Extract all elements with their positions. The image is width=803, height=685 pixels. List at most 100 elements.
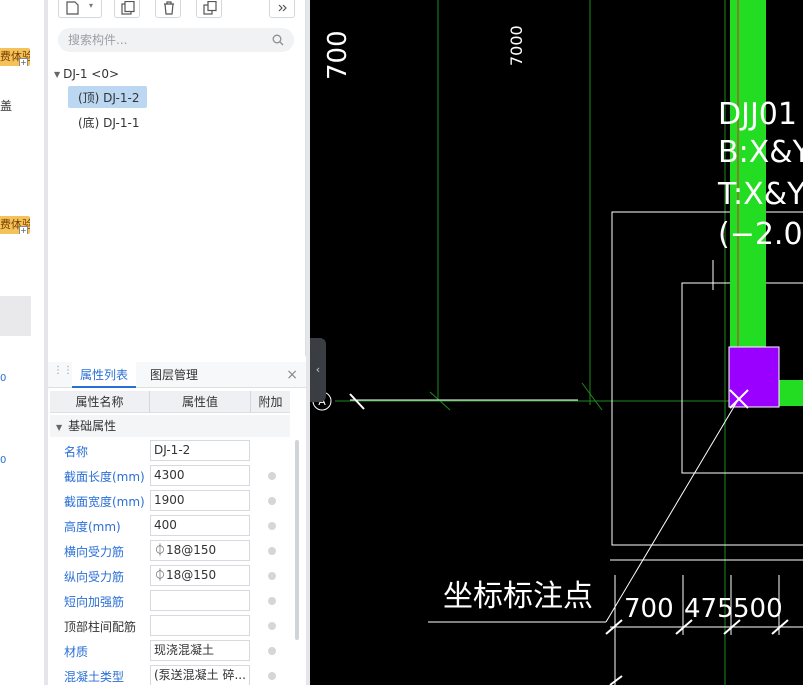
column-selected[interactable] [728, 346, 780, 408]
beam-green [779, 380, 803, 406]
property-scrollbar[interactable] [295, 440, 299, 640]
dim-700: 700 [624, 594, 674, 624]
property-value-field[interactable]: ⏀18@150 [150, 565, 250, 586]
expand-caret-icon[interactable]: ▼ [54, 70, 60, 79]
sliver-blue-mark: 0 [0, 373, 7, 384]
attach-option-dot[interactable] [268, 522, 276, 530]
attach-option-dot[interactable] [268, 647, 276, 655]
property-value-field[interactable] [150, 615, 250, 636]
property-row: 横向受力筋 ⏀18@150 [50, 539, 290, 564]
free-trial-badge[interactable]: 费体验 + [0, 216, 30, 234]
property-value-field[interactable]: 4300 [150, 465, 250, 486]
property-row: 名称 DJ-1-2 [50, 439, 290, 464]
property-name: 混凝土类型 [64, 670, 125, 684]
tree-root-node[interactable]: ▼ DJ-1 <0> [54, 67, 119, 81]
property-name: 截面长度(mm) [64, 470, 145, 484]
djj-t-label: T:X&Y: [717, 177, 803, 212]
duplicate-button[interactable] [196, 0, 222, 18]
property-group-basic[interactable]: ▼ 基础属性 [50, 415, 290, 437]
attach-option-dot[interactable] [268, 622, 276, 630]
property-name: 顶部柱间配筋 [64, 620, 137, 634]
property-name: 高度(mm) [64, 520, 121, 534]
property-name: 材质 [64, 645, 89, 659]
dim-500: 500 [733, 594, 783, 624]
sliver-label: 盖 [0, 99, 13, 113]
cad-drawing: A 700 7000 坐标标注点 DJJ01 B:X&Y T:X&Y: (−2.… [312, 0, 803, 685]
attach-option-dot[interactable] [268, 497, 276, 505]
tab-property-list[interactable]: 属性列表 [72, 362, 137, 388]
djj-b-label: B:X&Y [718, 135, 803, 170]
search-box [58, 28, 294, 52]
sliver-selected-item[interactable] [0, 296, 31, 336]
tree-node-label: (顶) DJ-1-2 [78, 91, 140, 105]
search-input[interactable] [68, 28, 268, 52]
component-tree-panel: ▾ ▾ ▼DJ-1 <0> (顶) DJ-1-2 (底) DJ-1-1 [48, 0, 306, 356]
property-name: 横向受力筋 [64, 545, 125, 559]
property-value-field[interactable]: 400 [150, 515, 250, 536]
tree-toolbar: ▾ ▾ [48, 0, 306, 24]
attach-option-dot[interactable] [268, 597, 276, 605]
annotation-label: 坐标标注点 [443, 579, 593, 614]
property-row: 截面宽度(mm) 1900 [50, 489, 290, 514]
add-icon[interactable]: + [19, 58, 28, 66]
property-row: 材质 现浇混凝土 [50, 639, 290, 664]
column-header-extra: 附加 [258, 395, 283, 409]
djj-name-label: DJJ01 [718, 97, 797, 132]
attach-option-dot[interactable] [268, 547, 276, 555]
property-row: 截面长度(mm) 4300 [50, 464, 290, 489]
property-group-label: 基础属性 [68, 419, 117, 433]
tree-node-top[interactable]: (顶) DJ-1-2 [68, 86, 148, 108]
more-tools-button[interactable] [269, 0, 295, 18]
cad-drawing-canvas[interactable]: A 700 7000 坐标标注点 DJJ01 B:X&Y T:X&Y: (−2.… [310, 0, 803, 685]
djj-elevation-label: (−2.00 [718, 217, 803, 252]
property-row: 顶部柱间配筋 [50, 614, 290, 639]
dropdown-arrow-icon[interactable]: ▾ [89, 1, 93, 10]
green-tick [581, 382, 603, 411]
delete-button[interactable] [155, 0, 181, 18]
property-name: 纵向受力筋 [64, 570, 125, 584]
tree-node-label: (底) DJ-1-1 [78, 116, 140, 130]
dim-475: 475 [684, 594, 734, 624]
property-name: 短向加强筋 [64, 595, 125, 609]
search-icon[interactable] [272, 34, 284, 46]
close-icon[interactable]: × [286, 367, 298, 383]
column-header-name: 属性名称 [50, 391, 150, 413]
attach-option-dot[interactable] [268, 472, 276, 480]
copy-button[interactable] [114, 0, 140, 18]
property-value-field[interactable]: 1900 [150, 490, 250, 511]
property-row: 短向加强筋 [50, 589, 290, 614]
attach-option-dot[interactable] [268, 672, 276, 680]
property-value-field[interactable]: DJ-1-2 [150, 440, 250, 461]
chevron-left-icon: ‹ [315, 363, 321, 376]
property-value-field[interactable]: ⏀18@150 [150, 540, 250, 561]
add-icon[interactable]: + [19, 226, 28, 234]
collapse-caret-icon[interactable]: ▼ [56, 423, 62, 432]
property-row: 混凝土类型 (泵送混凝土 碎... [50, 664, 290, 685]
property-name: 截面宽度(mm) [64, 495, 145, 509]
column-green [730, 0, 766, 348]
property-value-field[interactable]: (泵送混凝土 碎... [150, 665, 250, 685]
property-row: 高度(mm) 400 [50, 514, 290, 539]
free-trial-badge[interactable]: 费体验 + [0, 48, 30, 66]
property-panel: ⋮⋮ 属性列表 图层管理 × 属性名称 属性值 附加 ▼ 基础属性 名称 DJ-1-… [48, 360, 306, 685]
tab-layer-management[interactable]: 图层管理 [142, 362, 206, 388]
dimension-tick [609, 675, 623, 685]
attach-option-dot[interactable] [268, 572, 276, 580]
leader-line [605, 399, 739, 623]
property-tab-bar: ⋮⋮ 属性列表 图层管理 × [48, 362, 306, 388]
double-chevron-right-icon [278, 4, 287, 12]
new-component-button[interactable]: ▾ ▾ [58, 0, 102, 18]
collapse-panel-button[interactable]: ‹ [310, 338, 326, 402]
duplicate-icon [203, 1, 217, 15]
property-name: 名称 [64, 445, 89, 459]
drag-handle-icon[interactable]: ⋮⋮ [53, 366, 73, 382]
new-file-icon: ▾ [66, 1, 79, 15]
property-value-field[interactable]: 现浇混凝土 [150, 640, 250, 661]
property-table-header: 属性名称 属性值 附加 [50, 391, 290, 413]
property-value-field[interactable] [150, 590, 250, 611]
dim-7000-vertical: 7000 [507, 25, 526, 66]
tree-node-bottom[interactable]: (底) DJ-1-1 [68, 111, 147, 133]
tree-root-label: DJ-1 <0> [63, 67, 120, 81]
copy-icon [121, 1, 135, 15]
column-header-value: 属性值 [150, 391, 251, 413]
